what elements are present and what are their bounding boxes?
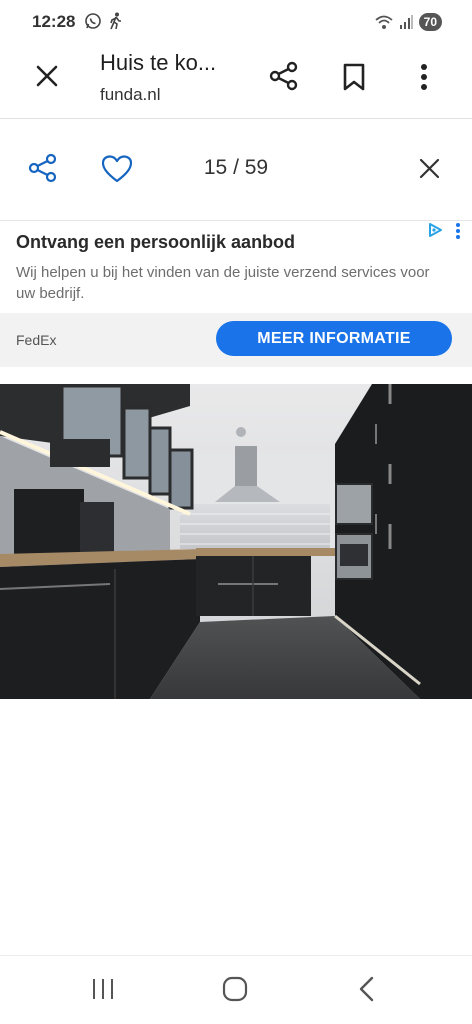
listing-photo[interactable]: [0, 384, 472, 699]
signal-icon: [399, 15, 413, 29]
page-title: Huis te ko...: [100, 50, 217, 75]
photo-counter: 15 / 59: [203, 156, 269, 179]
adchoices-icon[interactable]: [427, 222, 443, 238]
ad-more-icon[interactable]: [455, 222, 461, 240]
whatsapp-icon: [85, 13, 101, 29]
battery-icon: 70: [418, 13, 442, 31]
nav-divider: [0, 955, 472, 956]
more-icon[interactable]: [420, 63, 428, 91]
page-domain: funda.nl: [100, 85, 161, 104]
ad-title[interactable]: Ontvang een persoonlijk aanbod: [16, 232, 295, 253]
ad-advertiser: FedEx: [16, 332, 57, 348]
wifi-icon: [375, 15, 393, 29]
bookmark-icon[interactable]: [343, 63, 365, 91]
kitchen-image: [0, 384, 472, 699]
share-icon[interactable]: [269, 61, 299, 91]
status-time: 12:28: [32, 12, 76, 31]
walking-icon: [110, 12, 121, 30]
close-icon[interactable]: [36, 65, 58, 87]
ad-cta-button[interactable]: MEER INFORMATIE: [216, 321, 452, 356]
close-icon[interactable]: [419, 158, 440, 179]
ad-body: Wij helpen u bij het vinden van de juist…: [16, 264, 430, 302]
recent-apps-icon[interactable]: [91, 978, 115, 1000]
top-bar-divider: [0, 118, 472, 119]
back-icon[interactable]: [358, 976, 374, 1002]
home-icon[interactable]: [222, 976, 248, 1002]
status-notification-icons: [84, 12, 124, 30]
status-system-icons: 70: [375, 13, 442, 31]
